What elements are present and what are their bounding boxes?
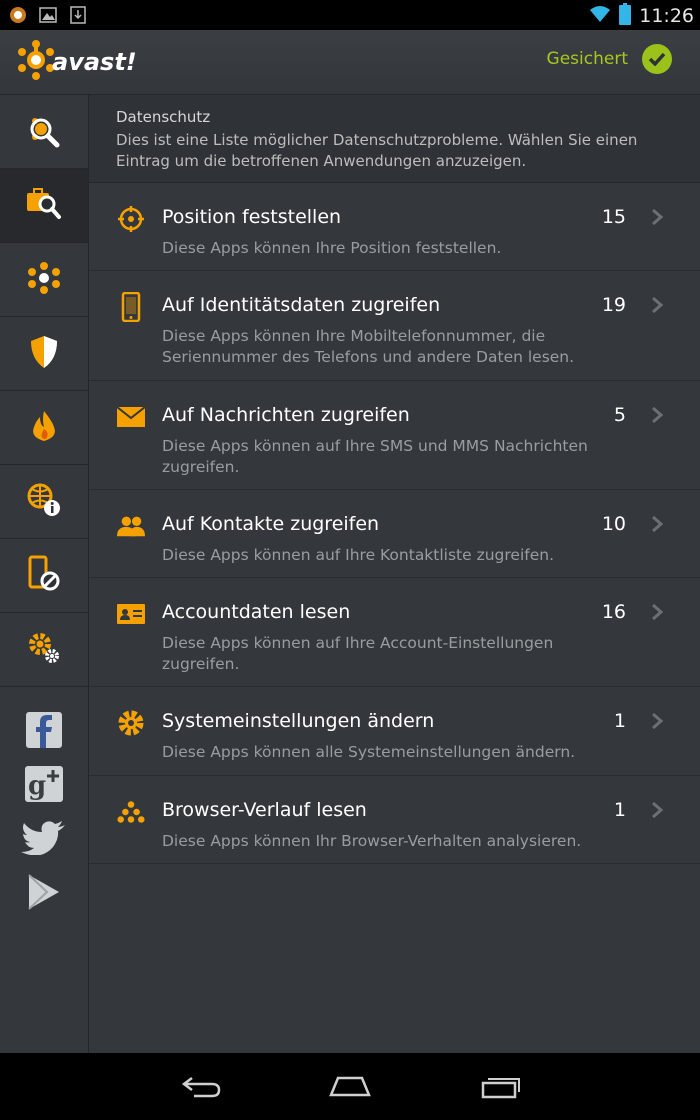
chevron-right-icon <box>650 602 664 622</box>
google-plus-icon: g <box>25 766 63 806</box>
item-count: 15 <box>601 206 626 228</box>
item-count: 1 <box>613 710 626 732</box>
chevron-right-icon <box>650 207 664 227</box>
list-item[interactable]: Auf Nachrichten zugreifen 5 Diese Apps k… <box>89 381 700 490</box>
intro-section: Datenschutz Dies ist eine Liste mögliche… <box>89 95 700 183</box>
google-plus-link[interactable]: g <box>0 759 88 813</box>
item-description: Diese Apps können Ihre Mobiltelefonnumme… <box>162 327 575 366</box>
privacy-panel: Datenschutz Dies ist eine Liste mögliche… <box>89 95 700 1053</box>
item-description: Diese Apps können Ihre Position feststel… <box>162 239 502 257</box>
gear-icon <box>117 709 145 737</box>
app-header: avast! Gesichert <box>0 30 700 95</box>
web-info-icon <box>26 482 62 522</box>
svg-text:g: g <box>28 771 46 801</box>
sidebar-item-firewall[interactable] <box>0 391 88 465</box>
permission-list: Position feststellen 15 Diese Apps könne… <box>89 183 700 864</box>
scan-icon <box>26 112 62 152</box>
envelope-icon <box>117 403 145 431</box>
battery-icon <box>619 3 632 29</box>
chevron-right-icon <box>650 405 664 425</box>
item-count: 1 <box>613 799 626 821</box>
play-store-icon <box>27 873 61 915</box>
wifi-icon <box>589 5 611 27</box>
image-icon <box>38 5 58 25</box>
item-description: Diese Apps können Ihr Browser-Verhalten … <box>162 832 582 850</box>
play-store-link[interactable] <box>0 867 88 921</box>
chevron-right-icon <box>650 711 664 731</box>
list-item[interactable]: Auf Kontakte zugreifen 10 Diese Apps kön… <box>89 490 700 578</box>
logo-text: avast! <box>52 48 137 76</box>
download-icon <box>68 5 88 25</box>
item-count: 16 <box>601 601 626 623</box>
browser-history-icon <box>117 798 145 826</box>
sidebar-item-network[interactable] <box>0 243 88 317</box>
item-description: Diese Apps können alle Systemeinstellung… <box>162 743 576 761</box>
sidebar-item-web[interactable] <box>0 465 88 539</box>
twitter-link[interactable] <box>0 813 88 867</box>
facebook-icon <box>26 712 62 752</box>
chevron-right-icon <box>650 295 664 315</box>
privacy-advisor-icon <box>25 187 63 225</box>
chevron-right-icon <box>650 514 664 534</box>
item-title: Position feststellen <box>162 206 342 228</box>
location-target-icon <box>117 205 145 233</box>
firewall-icon <box>28 409 60 447</box>
avast-notification-icon <box>8 5 28 25</box>
sidebar-item-shield[interactable] <box>0 317 88 391</box>
shield-icon <box>29 335 59 373</box>
home-icon[interactable] <box>325 1071 375 1101</box>
list-item[interactable]: Systemeinstellungen ändern 1 Diese Apps … <box>89 687 700 776</box>
contacts-icon <box>117 512 145 540</box>
page-title: Datenschutz <box>116 108 211 126</box>
page-description: Dies ist eine Liste möglicher Datenschut… <box>116 131 638 170</box>
back-icon[interactable] <box>176 1071 226 1101</box>
item-description: Diese Apps können auf Ihre Account-Einst… <box>162 634 554 673</box>
sidebar-item-antitheft[interactable] <box>0 539 88 613</box>
sidebar-item-settings[interactable] <box>0 613 88 687</box>
network-icon <box>26 260 62 300</box>
list-item[interactable]: Browser-Verlauf lesen 1 Diese Apps könne… <box>89 776 700 864</box>
chevron-right-icon <box>650 800 664 820</box>
item-title: Systemeinstellungen ändern <box>162 710 435 732</box>
avast-logo[interactable]: avast! <box>16 40 137 84</box>
item-description: Diese Apps können auf Ihre Kontaktliste … <box>162 546 555 564</box>
account-card-icon <box>117 600 145 628</box>
list-item[interactable]: Auf Identitätsdaten zugreifen 19 Diese A… <box>89 271 700 381</box>
item-description: Diese Apps können auf Ihre SMS und MMS N… <box>162 437 588 476</box>
anti-theft-icon <box>26 555 62 597</box>
status-bar: 11:26 <box>0 0 700 30</box>
recent-apps-icon[interactable] <box>476 1071 526 1101</box>
list-item[interactable]: Accountdaten lesen 16 Diese Apps können … <box>89 578 700 687</box>
status-label: Gesichert <box>546 49 628 69</box>
phone-icon <box>117 292 145 322</box>
twitter-icon <box>21 821 67 859</box>
item-count: 10 <box>601 513 626 535</box>
status-time: 11:26 <box>639 5 694 27</box>
sidebar-item-privacy[interactable] <box>0 169 88 243</box>
item-title: Browser-Verlauf lesen <box>162 799 367 821</box>
social-links: g <box>0 705 88 921</box>
sidebar-item-scan[interactable] <box>0 95 88 169</box>
protection-status[interactable]: Gesichert <box>547 44 672 74</box>
facebook-link[interactable] <box>0 705 88 759</box>
item-title: Auf Nachrichten zugreifen <box>162 404 410 426</box>
list-item[interactable]: Position feststellen 15 Diese Apps könne… <box>89 183 700 271</box>
check-icon <box>642 44 672 74</box>
item-count: 19 <box>601 294 626 316</box>
system-nav-bar <box>0 1053 700 1120</box>
notification-icons <box>8 5 88 25</box>
item-title: Auf Kontakte zugreifen <box>162 513 380 535</box>
item-count: 5 <box>613 404 626 426</box>
avast-orb-icon <box>16 40 56 84</box>
item-title: Accountdaten lesen <box>162 601 351 623</box>
item-title: Auf Identitätsdaten zugreifen <box>162 294 441 316</box>
settings-icon <box>26 630 62 670</box>
sidebar: g <box>0 95 89 1053</box>
